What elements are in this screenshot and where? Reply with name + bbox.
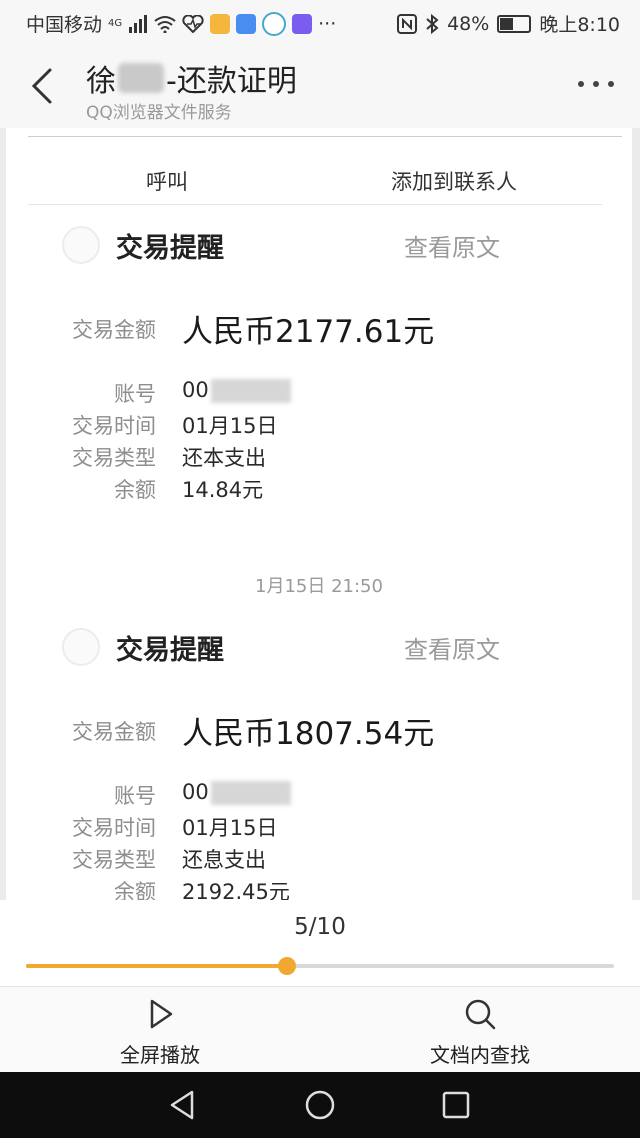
type-value: 还息支出 <box>182 848 266 872</box>
fullscreen-play-label: 全屏播放 <box>120 1043 200 1067</box>
document-page: 呼叫 添加到联系人 交易提醒 查看原文 交易金额 人民币2177.61元 账号 … <box>6 128 632 900</box>
redacted-account <box>210 379 291 403</box>
page-slider[interactable] <box>26 957 614 975</box>
more-notifications-icon: ··· <box>318 12 337 35</box>
account-label: 账号 <box>114 784 156 808</box>
status-bar-right: 48% 晚上8:10 <box>397 10 620 37</box>
back-arrow-icon[interactable] <box>24 64 64 108</box>
nfc-icon <box>397 13 418 34</box>
battery-percent: 48% <box>447 12 490 35</box>
find-in-document-button[interactable]: 文档内查找 <box>380 987 580 1073</box>
redacted-name <box>118 63 164 93</box>
clock: 晚上8:10 <box>539 14 620 36</box>
search-icon <box>465 999 496 1030</box>
card-title: 交易提醒 <box>116 635 224 666</box>
back-triangle-icon[interactable] <box>164 1086 202 1124</box>
video-app-icon <box>292 13 313 34</box>
wifi-icon <box>154 15 176 33</box>
bottom-toolbar: 全屏播放 文档内查找 <box>0 986 640 1073</box>
balance-value: 2192.45元 <box>182 880 290 900</box>
add-contact-action: 添加到联系人 <box>391 170 517 194</box>
view-original-link: 查看原文 <box>404 234 500 262</box>
time-value: 01月15日 <box>182 414 278 438</box>
amount-label: 交易金额 <box>72 720 156 744</box>
account-value: 00 <box>182 378 291 403</box>
redacted-account <box>210 781 291 805</box>
files-app-icon <box>236 13 257 34</box>
signal-icon <box>129 14 148 33</box>
call-action: 呼叫 <box>146 170 188 194</box>
slider-handle[interactable] <box>278 957 297 975</box>
bank-logo-icon <box>62 628 100 666</box>
account-prefix: 00 <box>182 780 209 804</box>
more-options-icon[interactable] <box>578 78 614 90</box>
document-viewer[interactable]: 呼叫 添加到联系人 交易提醒 查看原文 交易金额 人民币2177.61元 账号 … <box>0 128 640 900</box>
amount-value: 人民币1807.54元 <box>182 716 435 752</box>
page-title: 徐 -还款证明 <box>86 56 297 100</box>
status-bar-left: 中国移动 4G ··· <box>26 10 336 37</box>
fullscreen-play-button[interactable]: 全屏播放 <box>60 987 260 1073</box>
health-heart-icon <box>182 14 204 33</box>
status-bar: 中国移动 4G ··· 48% 晚上8:10 <box>0 0 640 44</box>
time-label: 交易时间 <box>72 414 156 438</box>
divider <box>28 204 602 205</box>
balance-label: 余额 <box>114 880 156 900</box>
title-end: -还款证明 <box>166 64 297 99</box>
bank-logo-icon <box>62 226 100 264</box>
amount-value: 人民币2177.61元 <box>182 314 435 350</box>
amount-label: 交易金额 <box>72 318 156 342</box>
page-indicator: 5/10 <box>294 914 346 940</box>
play-icon <box>150 999 173 1029</box>
account-label: 账号 <box>114 382 156 406</box>
slider-progress <box>26 964 288 968</box>
home-circle-icon[interactable] <box>301 1086 339 1124</box>
time-label: 交易时间 <box>72 816 156 840</box>
message-timestamp: 1月15日 21:50 <box>255 576 383 597</box>
divider <box>28 136 622 137</box>
time-value: 01月15日 <box>182 816 278 840</box>
battery-icon <box>497 14 532 33</box>
recents-square-icon[interactable] <box>437 1086 475 1124</box>
app-header: 徐 -还款证明 QQ浏览器文件服务 <box>0 44 640 128</box>
page-pager: 5/10 <box>0 900 640 986</box>
type-label: 交易类型 <box>72 848 156 872</box>
balance-label: 余额 <box>114 478 156 502</box>
account-prefix: 00 <box>182 378 209 402</box>
mail-app-icon <box>210 13 231 34</box>
balance-value: 14.84元 <box>182 478 264 502</box>
type-value: 还本支出 <box>182 446 266 470</box>
account-value: 00 <box>182 780 291 805</box>
browser-app-icon <box>262 11 287 36</box>
find-in-document-label: 文档内查找 <box>430 1043 530 1067</box>
network-type: 4G <box>108 18 123 29</box>
title-start: 徐 <box>86 64 116 99</box>
type-label: 交易类型 <box>72 446 156 470</box>
view-original-link: 查看原文 <box>404 636 500 664</box>
system-nav-bar <box>0 1072 640 1138</box>
page-subtitle: QQ浏览器文件服务 <box>86 103 232 123</box>
bluetooth-icon <box>426 13 439 34</box>
carrier-name: 中国移动 <box>26 14 103 36</box>
battery-level <box>500 17 513 30</box>
card-title: 交易提醒 <box>116 233 224 264</box>
